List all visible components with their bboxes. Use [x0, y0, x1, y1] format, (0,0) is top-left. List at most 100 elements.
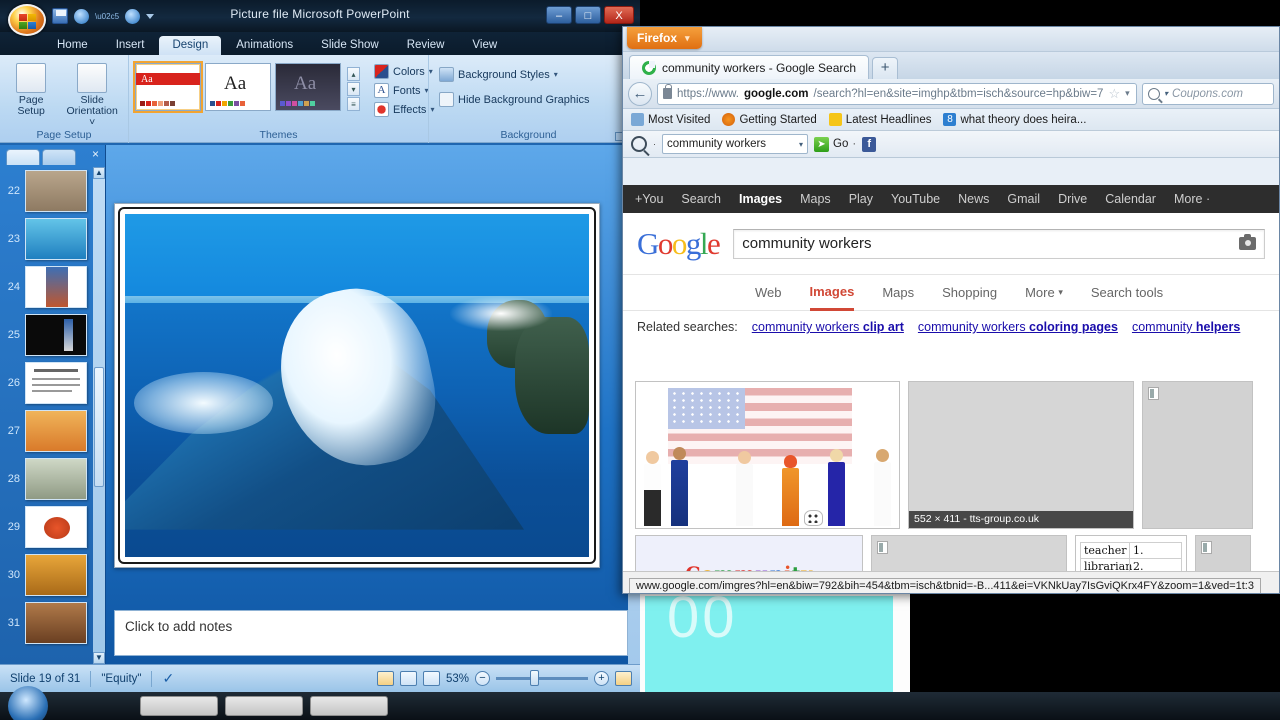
gnav-maps[interactable]: Maps: [800, 192, 831, 206]
tab-animations[interactable]: Animations: [223, 36, 306, 55]
close-pane-icon[interactable]: ×: [92, 147, 99, 161]
slide-thumb-row[interactable]: 26: [0, 359, 93, 407]
gnav-youtube[interactable]: YouTube: [891, 192, 940, 206]
slide-thumb-image[interactable]: [25, 506, 87, 548]
gtab-search-tools[interactable]: Search tools: [1091, 275, 1163, 311]
related-search-coloring-pages[interactable]: community workers coloring pages: [918, 320, 1118, 334]
gnav-plus-you[interactable]: +You: [635, 192, 663, 206]
tab-view[interactable]: View: [459, 36, 510, 55]
related-search-community-helpers[interactable]: community helpers: [1132, 320, 1240, 334]
slide-thumb-row[interactable]: 29: [0, 503, 93, 551]
gnav-gmail[interactable]: Gmail: [1007, 192, 1040, 206]
image-result-placeholder-1[interactable]: 552 × 411 - tts-group.co.uk: [908, 381, 1135, 529]
gnav-calendar[interactable]: Calendar: [1105, 192, 1156, 206]
toolbar-search-caret-icon[interactable]: ·: [653, 139, 656, 149]
gtab-web[interactable]: Web: [755, 275, 782, 311]
back-button[interactable]: ←: [628, 81, 652, 106]
outline-tab[interactable]: [42, 149, 76, 165]
url-bar[interactable]: https://www. google.com/search?hl=en&site…: [657, 82, 1137, 105]
gnav-play[interactable]: Play: [849, 192, 873, 206]
gnav-drive[interactable]: Drive: [1058, 192, 1087, 206]
slide-thumb-row[interactable]: 25: [0, 311, 93, 359]
slide-thumb-image[interactable]: [25, 170, 87, 212]
normal-view-button[interactable]: [376, 671, 394, 686]
image-result-teacher-table[interactable]: teacher 1. librarian 2.: [1075, 535, 1187, 571]
taskbar-item-3[interactable]: [310, 696, 388, 716]
image-result-placeholder-3[interactable]: [871, 535, 1067, 571]
zoom-slider-handle[interactable]: [530, 670, 539, 686]
gtab-maps[interactable]: Maps: [882, 275, 914, 311]
bookmark-most-visited[interactable]: Most Visited: [631, 113, 710, 126]
image-result-placeholder-4[interactable]: [1195, 535, 1251, 571]
theme-thumbnail-2[interactable]: Aa: [205, 63, 271, 111]
toolbar-go-button[interactable]: ➤ Go ·: [814, 136, 856, 152]
gtab-images[interactable]: Images: [809, 275, 855, 311]
slide-thumb-image[interactable]: [25, 602, 87, 644]
slides-tab[interactable]: [6, 149, 40, 165]
hide-background-graphics-checkbox[interactable]: Hide Background Graphics: [435, 90, 622, 109]
toolbar-search-icon[interactable]: [631, 136, 647, 152]
theme-thumbnail-3[interactable]: Aa: [275, 63, 341, 111]
slide-thumb-image[interactable]: [25, 218, 87, 260]
gtab-more[interactable]: More ▾: [1025, 275, 1063, 311]
slide-thumb-image[interactable]: [25, 266, 87, 308]
slide-picture[interactable]: [118, 207, 596, 564]
toolbar-search-dropdown-icon[interactable]: ▾: [799, 140, 803, 149]
tab-home[interactable]: Home: [44, 36, 101, 55]
themes-scroll-down-icon[interactable]: ▾: [347, 82, 360, 96]
slide-show-view-button[interactable]: [422, 671, 440, 686]
current-slide[interactable]: [114, 203, 600, 568]
slide-thumb-row[interactable]: 28: [0, 455, 93, 503]
slide-thumb-row[interactable]: 24: [0, 263, 93, 311]
zoom-slider[interactable]: [496, 670, 588, 686]
bookmark-what-theory[interactable]: 8 what theory does heira...: [943, 113, 1086, 126]
facebook-icon[interactable]: f: [862, 136, 877, 152]
gtab-shopping[interactable]: Shopping: [942, 275, 997, 311]
slide-thumbnail-list[interactable]: 22 23 24 25 26 27 28 29 30 31: [0, 167, 93, 664]
bookmark-latest-headlines[interactable]: Latest Headlines: [828, 113, 931, 126]
slide-thumb-image[interactable]: [25, 410, 87, 452]
slide-thumb-image[interactable]: [25, 554, 87, 596]
slide-thumb-row[interactable]: 30: [0, 551, 93, 599]
slide-thumb-image[interactable]: [25, 314, 87, 356]
firefox-menu-button[interactable]: Firefox ▾: [627, 27, 702, 49]
scroll-down-icon[interactable]: ▼: [93, 652, 105, 664]
fit-to-window-icon[interactable]: [615, 671, 632, 686]
start-button[interactable]: [8, 686, 48, 720]
new-tab-button[interactable]: +: [872, 57, 899, 79]
slide-thumb-row[interactable]: 27: [0, 407, 93, 455]
related-search-clip-art[interactable]: community workers clip art: [752, 320, 904, 334]
zoom-out-button[interactable]: −: [475, 671, 490, 686]
slide-thumb-row[interactable]: 31: [0, 599, 93, 647]
image-result-placeholder-2[interactable]: [1142, 381, 1253, 529]
slide-editing-area[interactable]: Click to add notes: [106, 145, 640, 664]
theme-thumbnail-1[interactable]: Aa: [133, 61, 203, 113]
slide-thumb-row[interactable]: 22: [0, 167, 93, 215]
browser-search-bar[interactable]: ▾ Coupons.com: [1142, 82, 1274, 105]
tab-slide-show[interactable]: Slide Show: [308, 36, 392, 55]
go-caret-icon[interactable]: ·: [852, 138, 856, 150]
slide-thumb-row[interactable]: 23: [0, 215, 93, 263]
camera-search-icon[interactable]: [1239, 234, 1256, 250]
google-search-input[interactable]: community workers: [733, 228, 1265, 259]
tab-design[interactable]: Design: [159, 36, 222, 55]
taskbar-item-1[interactable]: [140, 696, 218, 716]
taskbar-item-2[interactable]: [225, 696, 303, 716]
stop-icon[interactable]: ✕: [1135, 87, 1136, 101]
slide-thumb-image[interactable]: [25, 458, 87, 500]
close-button[interactable]: X: [604, 6, 634, 24]
spellcheck-icon[interactable]: ✓: [152, 669, 184, 689]
bookmark-getting-started[interactable]: Getting Started: [722, 113, 817, 126]
browser-tab[interactable]: community workers - Google Search: [629, 55, 870, 79]
gnav-more[interactable]: More ·: [1174, 192, 1210, 206]
tab-review[interactable]: Review: [394, 36, 458, 55]
image-result-clipart[interactable]: [635, 381, 901, 529]
gnav-news[interactable]: News: [958, 192, 989, 206]
notes-pane[interactable]: Click to add notes: [114, 610, 628, 656]
url-dropdown-icon[interactable]: ▾: [1125, 88, 1130, 99]
scroll-thumb[interactable]: [94, 367, 104, 487]
zoom-in-button[interactable]: +: [594, 671, 609, 686]
maximize-button[interactable]: □: [575, 6, 601, 24]
minimize-button[interactable]: –: [546, 6, 572, 24]
bookmark-star-icon[interactable]: ☆: [1108, 86, 1120, 102]
